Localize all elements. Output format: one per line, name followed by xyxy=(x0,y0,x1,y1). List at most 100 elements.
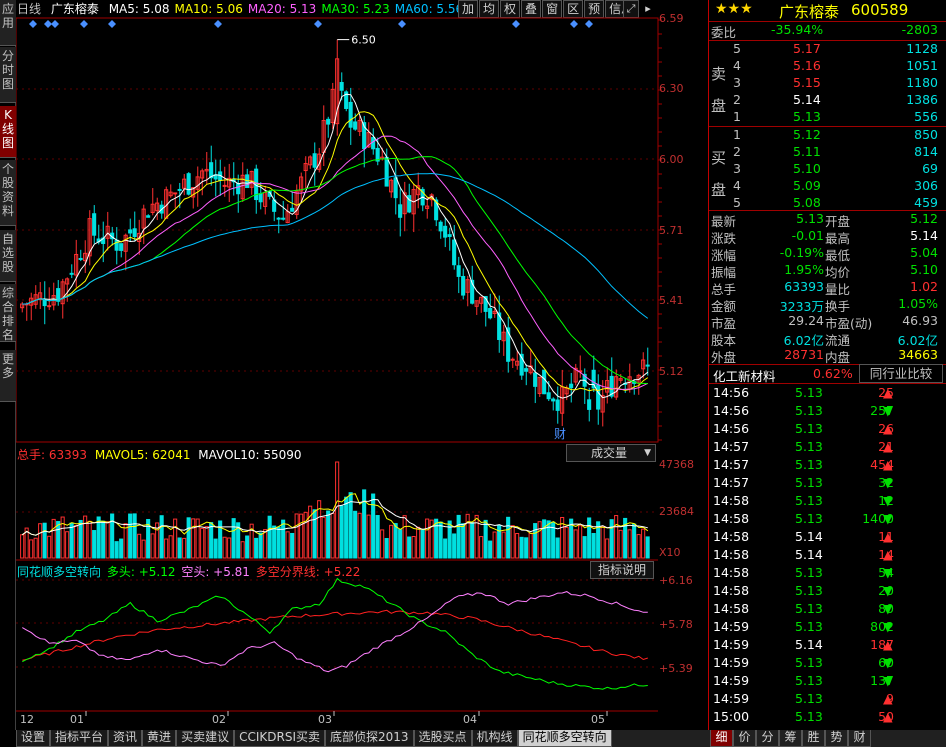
candle-body xyxy=(398,204,403,218)
candle-body xyxy=(132,228,137,238)
right-tab-6[interactable]: 财 xyxy=(848,730,871,747)
volume-bar xyxy=(362,489,367,559)
industry-compare-button[interactable]: 同行业比较 xyxy=(859,364,943,383)
candle-body xyxy=(236,183,241,195)
bottom-tab-9[interactable]: 同花顺多空转向 xyxy=(517,730,612,747)
right-tab-2[interactable]: 分 xyxy=(756,730,779,747)
indicator-help-button[interactable]: 指标说明 xyxy=(590,561,654,579)
volume-bar xyxy=(42,522,47,559)
bear-line xyxy=(22,591,648,673)
buy-volume: 306 xyxy=(914,178,938,193)
volume-bar xyxy=(78,519,83,559)
bottom-tab-5[interactable]: CCIKDRSI买卖 xyxy=(234,730,325,747)
left-tab-2[interactable]: K线图 xyxy=(0,106,16,158)
bottom-tab-1[interactable]: 指标平台 xyxy=(50,730,109,747)
kline-chart[interactable]: 6.504.91财 xyxy=(16,0,708,730)
left-tab-0[interactable]: 应用 xyxy=(0,0,16,46)
weibi-label: 委比 xyxy=(711,25,737,40)
tick-price: 5.14 xyxy=(795,637,823,652)
buy-volume: 850 xyxy=(914,127,938,142)
month-label: 05 xyxy=(591,713,605,726)
right-tab-3[interactable]: 筹 xyxy=(779,730,802,747)
bottom-tab-2[interactable]: 资讯 xyxy=(108,730,143,747)
tick-time: 14:58 xyxy=(713,493,750,508)
volume-bar xyxy=(173,518,178,559)
volume-bar xyxy=(69,522,74,559)
buy-price: 5.08 xyxy=(793,195,821,210)
candle-body xyxy=(551,398,556,402)
candle-body xyxy=(186,173,191,195)
chevron-down-icon: ▼ xyxy=(644,448,651,458)
candle-body xyxy=(524,368,529,372)
arrow-up-icon: ▲ xyxy=(883,691,893,706)
event-marker-icon[interactable] xyxy=(29,20,37,28)
sell-level: 2 xyxy=(733,92,741,107)
event-marker-icon[interactable] xyxy=(585,20,593,28)
volume-bar xyxy=(128,513,133,559)
finance-marker[interactable]: 财 xyxy=(554,427,566,441)
buy-price: 5.11 xyxy=(793,144,821,159)
candle-body xyxy=(447,234,452,237)
event-marker-icon[interactable] xyxy=(398,20,406,28)
volume-bar xyxy=(528,532,533,559)
right-tab-5[interactable]: 势 xyxy=(825,730,848,747)
event-marker-icon[interactable] xyxy=(108,20,116,28)
buy-side-label: 买盘 xyxy=(711,149,727,199)
event-marker-icon[interactable] xyxy=(570,20,578,28)
stat-value: 46.93 xyxy=(902,313,938,328)
bottom-tab-3[interactable]: 黄进 xyxy=(142,730,177,747)
indicator-tick: +5.39 xyxy=(659,662,693,675)
right-tab-1[interactable]: 价 xyxy=(733,730,756,747)
volume-bar xyxy=(456,514,461,559)
volume-bar xyxy=(276,526,281,559)
weibi-value: -35.94% xyxy=(771,22,824,37)
event-marker-icon[interactable] xyxy=(314,20,322,28)
volume-bar xyxy=(506,516,511,559)
candle-body xyxy=(209,162,214,179)
arrow-down-icon: ▼ xyxy=(883,601,893,616)
volume-bar xyxy=(101,520,106,559)
volume-bar xyxy=(209,522,214,559)
arrow-down-icon: ▼ xyxy=(883,673,893,688)
bottom-tab-8[interactable]: 机构线 xyxy=(471,730,518,747)
sell-volume: 1051 xyxy=(906,58,938,73)
sector-change: 0.62% xyxy=(813,366,853,381)
bottom-tab-4[interactable]: 买卖建议 xyxy=(176,730,235,747)
volume-bar xyxy=(618,529,623,559)
volume-bar xyxy=(533,523,538,559)
left-tab-5[interactable]: 综合排名 xyxy=(0,284,16,342)
left-tab-6[interactable]: 更多 xyxy=(0,350,16,402)
volume-bar xyxy=(240,541,245,559)
event-marker-icon[interactable] xyxy=(80,20,88,28)
bottom-tab-0[interactable]: 设置 xyxy=(16,730,51,747)
event-marker-icon[interactable] xyxy=(44,20,52,28)
arrow-down-icon: ▼ xyxy=(883,403,893,418)
candle-body xyxy=(533,372,538,387)
left-tab-3[interactable]: 个股资料 xyxy=(0,160,16,226)
volume-bar xyxy=(123,523,128,559)
indicator-duo: 多头: +5.12 xyxy=(106,565,176,579)
left-tab-4[interactable]: 自选股 xyxy=(0,230,16,282)
volume-bar xyxy=(330,512,335,559)
tick-time: 14:57 xyxy=(713,475,750,490)
weicha-value: -2803 xyxy=(901,22,938,37)
volume-indicator-select[interactable]: 成交量 ▼ xyxy=(566,444,656,462)
tick-price: 5.13 xyxy=(795,619,823,634)
volume-bar xyxy=(609,519,614,559)
price-tick: 6.30 xyxy=(659,82,684,95)
event-marker-icon[interactable] xyxy=(512,20,520,28)
volume-bar xyxy=(245,535,250,559)
sell-volume: 1386 xyxy=(906,92,938,107)
volume-header: 总手: 63393 MAVOL5: 62041 MAVOL10: 55090 xyxy=(17,446,302,463)
bottom-tab-7[interactable]: 选股买点 xyxy=(413,730,472,747)
right-tab-0[interactable]: 细 xyxy=(710,730,733,747)
candle-body xyxy=(546,392,551,400)
right-tab-4[interactable]: 胜 xyxy=(802,730,825,747)
buy-level: 5 xyxy=(733,195,741,210)
event-marker-icon[interactable] xyxy=(51,20,59,28)
event-marker-icon[interactable] xyxy=(214,20,222,28)
volume-bar xyxy=(407,536,412,559)
buy-volume: 459 xyxy=(914,195,938,210)
left-tab-1[interactable]: 分时图 xyxy=(0,47,16,103)
bottom-tab-6[interactable]: 底部侦探2013 xyxy=(324,730,414,747)
